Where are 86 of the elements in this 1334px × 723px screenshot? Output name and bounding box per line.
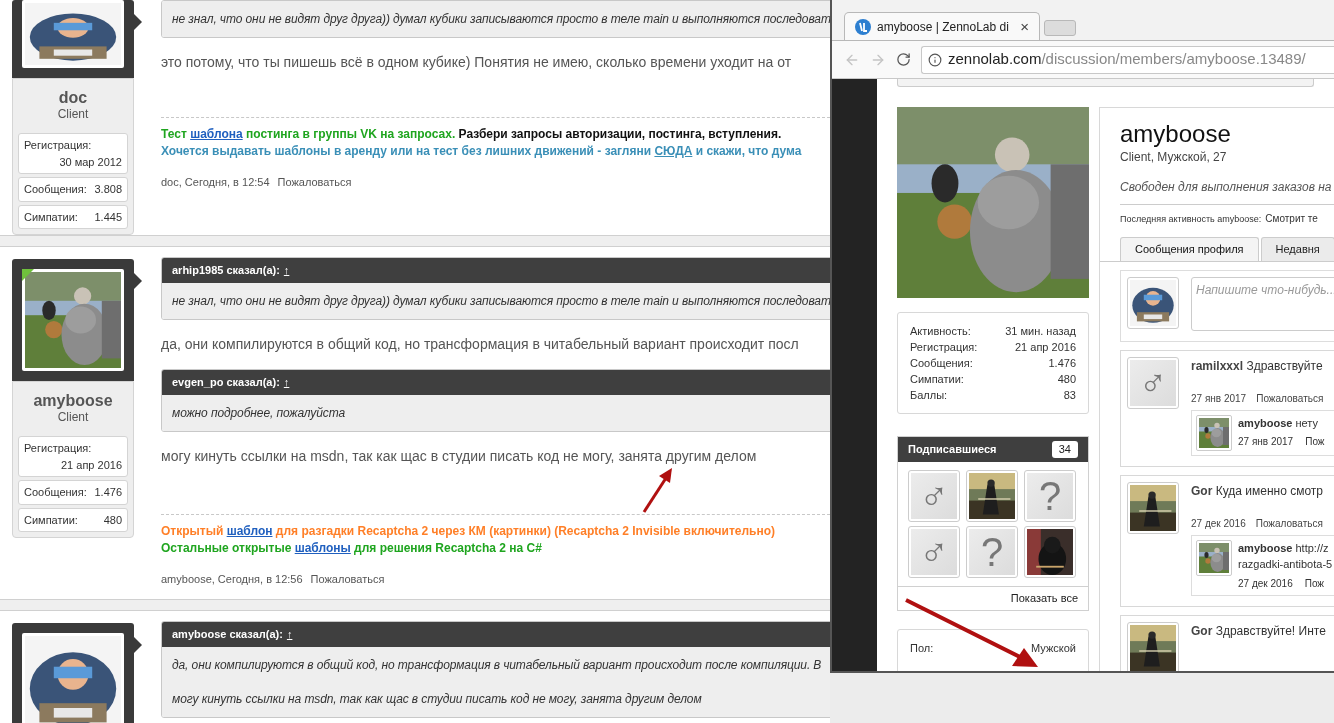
info-value: 21 апр 2016: [1015, 340, 1076, 355]
profile-tab[interactable]: Недавня: [1260, 236, 1334, 261]
followers-title: Подписавшиеся: [908, 442, 997, 458]
quote-author: evgen_po сказал(а):: [172, 375, 280, 391]
signature-line: Остальные открытые шаблоны для решения Recaptcha 2 на C#: [161, 539, 543, 557]
stat-label: Регистрация:: [24, 138, 93, 153]
activity-label: Последняя активность amyboose:: [1120, 213, 1262, 226]
report-link[interactable]: Пож: [1304, 575, 1325, 591]
post-meta: doc, Сегодня, в 12:54: [161, 174, 270, 190]
post-date: 27 дек 2016: [1191, 516, 1246, 531]
browser-tab[interactable]: amyboose | ZennoLab di ×: [844, 12, 1040, 40]
address-bar[interactable]: zennolab.com/discussion/members/amyboose.13489/: [921, 45, 1334, 74]
tab-title: amyboose | ZennoLab di: [877, 18, 1009, 36]
gender-label: Пол:: [910, 640, 934, 656]
post-meta: amyboose, Сегодня, в 12:56: [161, 571, 303, 587]
profile-tab[interactable]: Сообщения профиля: [1120, 236, 1259, 261]
reply-text: amyboose http://z: [1238, 540, 1330, 556]
info-label: Активность:: [910, 324, 971, 339]
info-value: 83: [1063, 388, 1076, 403]
follower-avatar[interactable]: [966, 470, 1018, 522]
jump-link[interactable]: ↑: [283, 374, 290, 391]
info-label: Регистрация:: [910, 340, 978, 355]
gender-value: Мужской: [1031, 640, 1076, 656]
quote-text: можно подробнее, пожалуйста: [172, 405, 347, 422]
message-text: да, они компилируются в общий код, но трансформация в читабельный вариант происходит посл: [161, 335, 800, 354]
info-icon[interactable]: [928, 52, 942, 67]
reload-icon[interactable]: [896, 52, 911, 67]
user-title: Client: [57, 107, 89, 122]
stat-label: Симпатии:: [24, 512, 78, 528]
jump-link[interactable]: ↑: [283, 262, 290, 279]
post-text: Gor Здравствуйте! Инте: [1191, 622, 1327, 640]
info-value: 1.476: [1048, 356, 1076, 371]
quote-text: не знал, что они не видят друг друга)) думал кубики записываются просто в теле main и выполняются последоват: [172, 293, 830, 310]
profile-subtitle: Client, Мужской, 27: [1120, 149, 1228, 166]
close-tab-button[interactable]: ×: [1020, 19, 1029, 34]
url-text: zennolab.com/discussion/members/amyboose.13489/: [948, 49, 1306, 70]
info-value: 31 мин. назад: [1005, 324, 1076, 339]
stat-value: 30 мар 2012: [59, 154, 122, 170]
quote-author: amyboose сказал(а):: [172, 627, 283, 643]
post-text: ramilxxxl Здравствуйте: [1191, 357, 1324, 375]
default-avatar: ♂: [1130, 359, 1176, 406]
site-logo-icon: [855, 18, 871, 35]
info-label: Баллы:: [910, 388, 948, 403]
report-link[interactable]: Пожаловаться: [1255, 515, 1323, 531]
report-link[interactable]: Пож: [1305, 434, 1325, 449]
reply-text: razgadki-antibota-5: [1238, 557, 1333, 572]
followers-count: 34: [1051, 441, 1078, 458]
stat-value: 21 апр 2016: [61, 457, 122, 473]
username[interactable]: doc: [58, 89, 88, 107]
show-all-link[interactable]: Показать все: [1010, 590, 1078, 607]
jump-link[interactable]: ↑: [286, 626, 293, 643]
quote-author: arhip1985 сказал(а):: [172, 263, 280, 279]
stat-label: Регистрация:: [24, 441, 93, 456]
profile-name: amyboose: [1120, 120, 1232, 148]
stat-value: 480: [103, 512, 122, 528]
quote-text: не знал, что они не видят друг друга)) думал кубики записываются просто в теле main и выполняются последоват: [172, 11, 830, 28]
signature-line: Тест шаблона постинга в группы VK на запросах. Разбери запросы авторизации, постинга, вступления.: [161, 125, 783, 143]
user-title: Client: [57, 410, 89, 425]
report-link[interactable]: Пожаловаться: [310, 570, 385, 587]
message-text: это потому, что ты пишешь всё в одном кубике) Понятия не имею, сколько времени уходит на от: [161, 53, 793, 72]
signature-line: Хочется выдавать шаблоны в аренду или на тест без лишних движений - загляни СЮДА и скажи, что дума: [161, 142, 803, 160]
stat-value: 1.445: [94, 209, 122, 225]
profile-status: Свободен для выполнения заказов на: [1120, 178, 1334, 205]
quote-text: могу кинуть ссылки на msdn, так как щас в студии писать код не могу, занята другим делом: [172, 691, 703, 708]
info-label: Сообщения:: [910, 356, 973, 371]
info-value: 480: [1057, 372, 1076, 387]
post-text: Gor Куда именно смотр: [1191, 482, 1324, 500]
stat-value: 1.476: [94, 485, 122, 500]
stat-label: Сообщения:: [24, 485, 87, 500]
follower-avatar[interactable]: [1024, 526, 1076, 578]
quote-text: да, они компилируются в общий код, но трансформация в читабельный вариант происходит после компиляции. В: [172, 657, 823, 674]
info-label: Симпатии:: [910, 372, 964, 387]
signature-line: Открытый шаблон для разгадки Recaptcha 2 через КМ (картинки) (Recaptcha 2 Invisible включительно): [161, 522, 776, 540]
activity-text: Смотрит те: [1265, 212, 1318, 226]
stat-label: Симпатии:: [24, 209, 78, 225]
report-link[interactable]: Пожаловаться: [1256, 390, 1324, 406]
reply-text: amyboose нету: [1238, 415, 1319, 431]
message-text: могу кинуть ссылки на msdn, так как щас в студии писать код не могу, занята другим делом: [161, 447, 758, 466]
reply-date: 27 дек 2016: [1238, 576, 1293, 591]
reply-date: 27 янв 2017: [1238, 435, 1294, 449]
username[interactable]: amyboose: [33, 392, 113, 410]
post-date: 27 янв 2017: [1191, 391, 1247, 406]
online-indicator: [22, 269, 34, 281]
report-link[interactable]: Пожаловаться: [277, 173, 352, 190]
stat-value: 3.808: [94, 182, 122, 197]
stat-label: Сообщения:: [24, 182, 87, 197]
